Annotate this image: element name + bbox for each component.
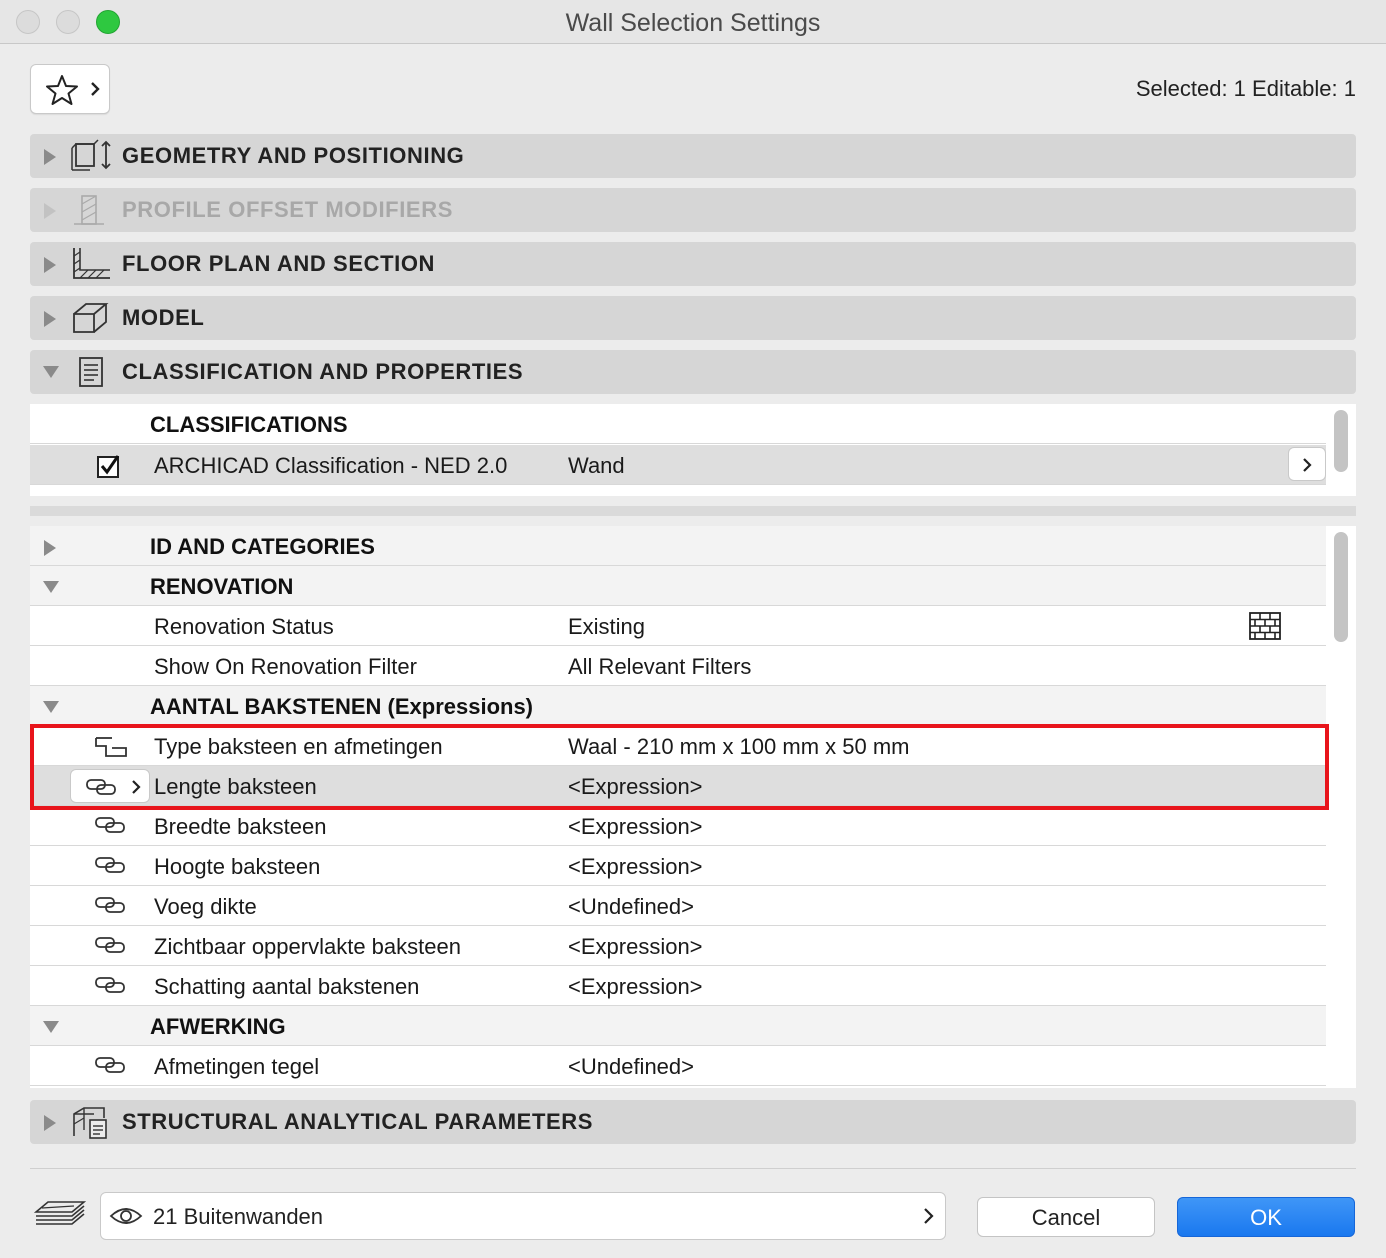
property-row[interactable]: Schatting aantal bakstenen <Expression>: [30, 966, 1326, 1006]
property-value[interactable]: <Undefined>: [568, 1054, 694, 1080]
star-icon: [46, 75, 78, 105]
panel-label: GEOMETRY AND POSITIONING: [122, 143, 465, 168]
property-value[interactable]: <Expression>: [568, 974, 703, 1000]
property-row[interactable]: Show On Renovation Filter All Relevant F…: [30, 646, 1326, 686]
panel-geometry-and-positioning[interactable]: GEOMETRY AND POSITIONING: [30, 134, 1356, 178]
classifications-list: CLASSIFICATIONS ARCHICAD Classification …: [30, 404, 1356, 496]
property-name: Hoogte baksteen: [154, 854, 321, 879]
ok-button[interactable]: OK: [1177, 1197, 1355, 1237]
property-value[interactable]: <Expression>: [568, 854, 703, 880]
property-value[interactable]: <Expression>: [568, 814, 703, 840]
floor-plan-icon: [73, 248, 110, 279]
model-box-icon: [73, 303, 109, 333]
triangle-right-icon: [44, 149, 56, 165]
triangle-right-icon: [44, 203, 56, 219]
property-name: Breedte baksteen: [154, 814, 327, 839]
group-label: AANTAL BAKSTENEN (Expressions): [150, 694, 534, 719]
group-label: ID AND CATEGORIES: [150, 534, 375, 559]
properties-scrollbar[interactable]: [1334, 532, 1348, 642]
panel-label: MODEL: [122, 305, 205, 330]
splitter[interactable]: [30, 506, 1356, 516]
brick-wall-icon: [1249, 612, 1281, 640]
title-bar: Wall Selection Settings: [0, 0, 1386, 44]
highlight-annotation: [30, 724, 1329, 810]
chevron-right-icon: [1303, 458, 1312, 472]
panel-label: STRUCTURAL ANALYTICAL PARAMETERS: [122, 1109, 594, 1134]
property-name: Renovation Status: [154, 614, 334, 639]
group-id-and-categories[interactable]: ID AND CATEGORIES: [30, 526, 1326, 566]
property-name: Zichtbaar oppervlakte baksteen: [154, 934, 461, 959]
triangle-right-icon: [44, 257, 56, 273]
classifications-header: CLASSIFICATIONS: [150, 412, 348, 437]
document-icon: [79, 357, 103, 387]
panel-label: FLOOR PLAN AND SECTION: [122, 251, 436, 276]
chevron-right-icon: [924, 1208, 934, 1224]
property-row[interactable]: Renovation Status Existing: [30, 606, 1326, 646]
favorites-button[interactable]: [30, 64, 110, 114]
structural-icon: [73, 1107, 107, 1139]
cancel-button[interactable]: Cancel: [977, 1197, 1155, 1237]
panel-model[interactable]: MODEL: [30, 296, 1356, 340]
property-name: Show On Renovation Filter: [154, 654, 417, 679]
classifications-scrollbar[interactable]: [1334, 410, 1348, 472]
triangle-down-icon: [43, 366, 59, 378]
panel-classification-and-properties[interactable]: CLASSIFICATION AND PROPERTIES: [30, 350, 1356, 394]
triangle-down-icon: [43, 581, 59, 593]
panel-label: PROFILE OFFSET MODIFIERS: [122, 197, 453, 222]
panel-label: CLASSIFICATION AND PROPERTIES: [122, 359, 524, 384]
geometry-icon: [71, 139, 111, 171]
classification-row-partial[interactable]: [30, 486, 1326, 496]
triangle-right-icon: [44, 1115, 56, 1131]
property-name: Schatting aantal bakstenen: [154, 974, 420, 999]
link-icon: [95, 897, 125, 913]
triangle-down-icon: [43, 701, 59, 713]
link-icon: [95, 857, 125, 873]
triangle-right-icon: [44, 311, 56, 327]
checkbox-checked-icon[interactable]: [96, 453, 122, 479]
classification-name: ARCHICAD Classification - NED 2.0: [154, 453, 508, 478]
property-name: Voeg dikte: [154, 894, 257, 919]
link-icon: [95, 977, 125, 993]
property-row[interactable]: Hoogte baksteen <Expression>: [30, 846, 1326, 886]
classification-row[interactable]: ARCHICAD Classification - NED 2.0 Wand: [30, 445, 1326, 485]
panel-profile-offset-modifiers: PROFILE OFFSET MODIFIERS: [30, 188, 1356, 232]
property-value[interactable]: All Relevant Filters: [568, 654, 751, 680]
property-value[interactable]: <Expression>: [568, 934, 703, 960]
property-row[interactable]: Breedte baksteen <Expression>: [30, 806, 1326, 846]
eye-icon: [109, 1208, 143, 1224]
selection-count: Selected: 1 Editable: 1: [1135, 76, 1356, 101]
property-row[interactable]: Afmetingen tegel <Undefined>: [30, 1046, 1326, 1086]
layers-icon: [34, 1201, 86, 1225]
group-renovation[interactable]: RENOVATION: [30, 566, 1326, 606]
window-title: Wall Selection Settings: [565, 9, 821, 37]
property-value[interactable]: Existing: [568, 614, 645, 640]
chevron-right-icon: [91, 82, 100, 96]
panel-structural-analytical-parameters[interactable]: STRUCTURAL ANALYTICAL PARAMETERS: [30, 1100, 1356, 1144]
property-value[interactable]: <Undefined>: [568, 894, 694, 920]
property-name: Afmetingen tegel: [154, 1054, 320, 1079]
footer-divider: [30, 1168, 1356, 1169]
panel-floor-plan-and-section[interactable]: FLOOR PLAN AND SECTION: [30, 242, 1356, 286]
classifications-header-row: CLASSIFICATIONS: [30, 404, 1326, 444]
classification-picker-button[interactable]: [1288, 447, 1326, 481]
link-icon: [95, 1057, 125, 1073]
layer-select[interactable]: 21 Buitenwanden: [100, 1192, 946, 1240]
link-icon: [95, 937, 125, 953]
classification-value: Wand: [568, 453, 625, 478]
property-row[interactable]: Zichtbaar oppervlakte baksteen <Expressi…: [30, 926, 1326, 966]
link-icon: [95, 817, 125, 833]
property-row[interactable]: Voeg dikte <Undefined>: [30, 886, 1326, 926]
layer-name: 21 Buitenwanden: [153, 1204, 324, 1229]
group-label: AFWERKING: [150, 1014, 286, 1039]
group-aantal-bakstenen[interactable]: AANTAL BAKSTENEN (Expressions): [30, 686, 1326, 726]
triangle-down-icon: [43, 1021, 59, 1033]
profile-icon: [74, 195, 104, 225]
group-label: RENOVATION: [150, 574, 294, 599]
triangle-right-icon: [44, 540, 56, 556]
group-afwerking[interactable]: AFWERKING: [30, 1006, 1326, 1046]
